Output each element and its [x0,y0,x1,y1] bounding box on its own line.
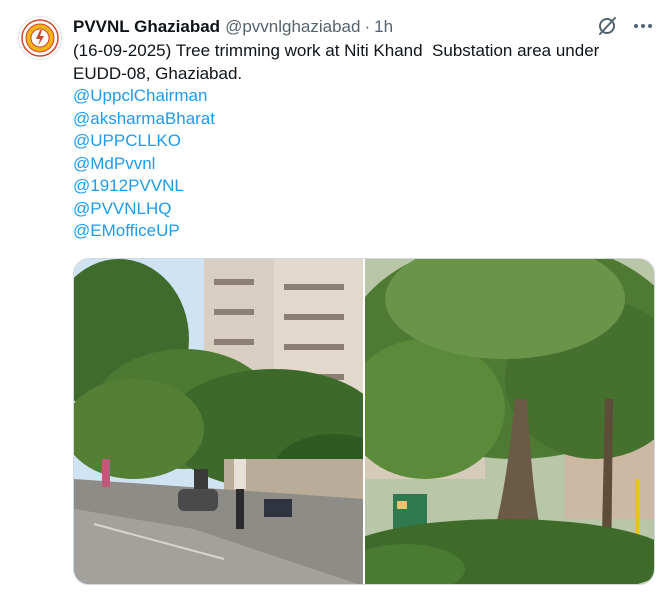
author-handle[interactable]: @pvvnlghaziabad [225,16,360,38]
media-grid [73,258,655,585]
mention-link[interactable]: @PVVNLHQ [73,198,643,221]
photo-street-trees[interactable] [74,259,363,584]
avatar[interactable] [18,16,62,60]
pvvnl-logo-icon [21,19,59,57]
tweet-text-line: EUDD-08, Ghaziabad. [73,63,243,83]
tweet-text: (16-09-2025) Tree trimming work at Niti … [73,40,643,243]
mention-link[interactable]: @UppclChairman [73,85,643,108]
tweet-header: PVVNL Ghaziabad @pvvnlghaziabad · 1h [73,16,393,38]
post-time[interactable]: 1h [374,16,393,38]
tweet-text-line: (16-09-2025) Tree trimming work at Niti … [73,41,600,60]
mention-link[interactable]: @MdPvvnl [73,153,643,176]
photo-street-trees-image [74,259,363,584]
author-name[interactable]: PVVNL Ghaziabad [73,16,220,38]
more-icon [634,24,652,28]
photo-substation-tree[interactable] [365,259,654,584]
photo-substation-tree-image [365,259,654,584]
separator-dot: · [364,17,371,36]
mention-link[interactable]: @EMofficeUP [73,220,643,243]
mention-link[interactable]: @1912PVVNL [73,175,643,198]
more-button[interactable] [631,14,655,38]
mention-link[interactable]: @aksharmaBharat [73,108,643,131]
tweet[interactable]: PVVNL Ghaziabad @pvvnlghaziabad · 1h (16… [0,0,663,592]
grok-button[interactable] [595,14,619,38]
slashed-circle-icon [599,17,616,35]
tweet-actions [595,14,655,38]
mention-link[interactable]: @UPPCLLKO [73,130,643,153]
